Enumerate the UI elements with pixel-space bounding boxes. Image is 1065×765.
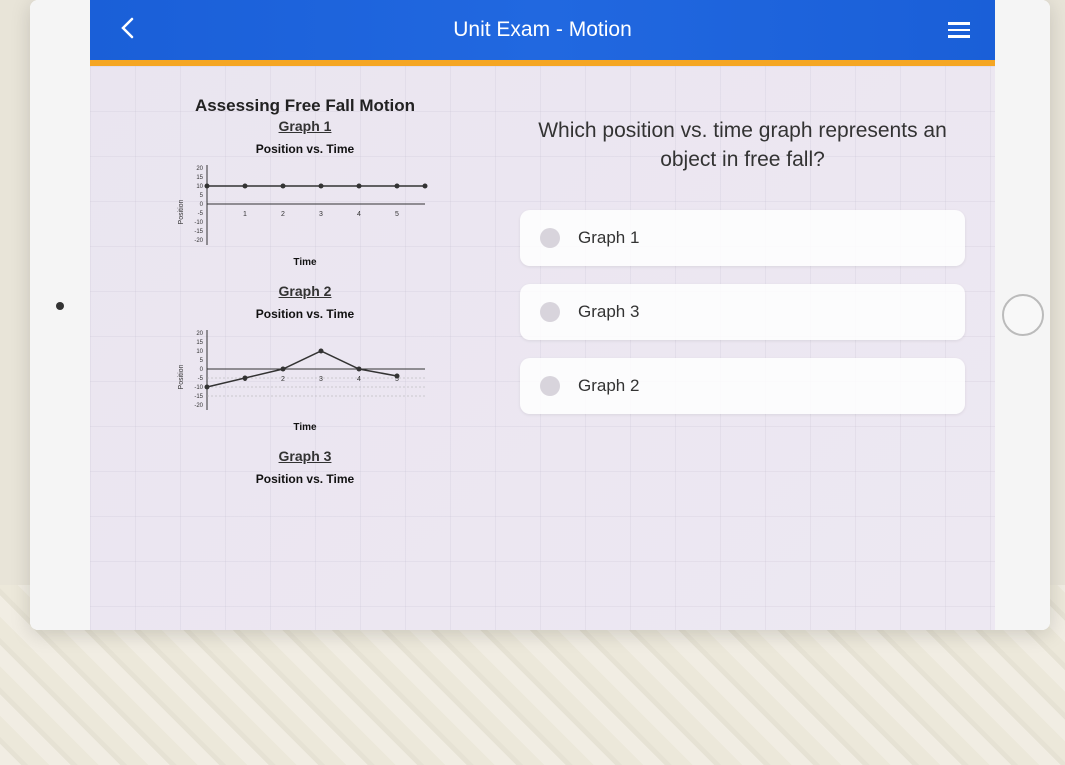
svg-text:-10: -10 [194,385,203,391]
svg-text:2: 2 [281,211,285,218]
svg-text:-10: -10 [194,220,203,226]
radio-icon [540,302,560,322]
svg-text:0: 0 [200,202,204,208]
question-panel: Which position vs. time graph represents… [520,96,965,630]
svg-text:5: 5 [395,211,399,218]
graph3-title: Position vs. Time [130,472,480,486]
graph2-svg: Position 20 15 10 5 0 -5 -10 -15 -20 [175,325,435,420]
svg-text:10: 10 [196,184,203,190]
svg-text:3: 3 [319,376,323,383]
tablet-bezel-right [995,0,1050,630]
svg-text:-5: -5 [198,376,204,382]
svg-text:-15: -15 [194,394,203,400]
svg-text:15: 15 [196,340,203,346]
home-button[interactable] [1002,294,1044,336]
graph3-label: Graph 3 [130,448,480,464]
section-title: Assessing Free Fall Motion [130,96,480,116]
svg-text:2: 2 [281,376,285,383]
radio-icon [540,228,560,248]
graph2-title: Position vs. Time [130,307,480,321]
svg-text:4: 4 [357,376,361,383]
front-camera [56,302,64,310]
graph1-title: Position vs. Time [130,142,480,156]
question-text: Which position vs. time graph represents… [520,116,965,175]
app-screen: Unit Exam - Motion Assessing Free Fall M… [90,0,995,630]
svg-text:5: 5 [200,358,204,364]
radio-icon [540,376,560,396]
svg-text:5: 5 [200,193,204,199]
tablet-frame: Unit Exam - Motion Assessing Free Fall M… [30,0,1050,630]
answer-option-2[interactable]: Graph 2 [520,358,965,414]
answer-option-0[interactable]: Graph 1 [520,210,965,266]
answer-option-1[interactable]: Graph 3 [520,284,965,340]
graph2-xlabel: Time [130,422,480,433]
answer-label-1: Graph 3 [578,302,639,322]
graph3-chart: Position vs. Time [130,472,480,486]
tablet-bezel-left [30,0,90,630]
svg-text:3: 3 [319,211,323,218]
page-title: Unit Exam - Motion [453,18,632,42]
graph1-svg: Position 20 15 10 5 0 -5 -10 -15 -20 [175,160,435,255]
chevron-left-icon [120,17,134,39]
answer-label-0: Graph 1 [578,228,639,248]
svg-text:0: 0 [200,367,204,373]
svg-text:-5: -5 [198,211,204,217]
content-area: Assessing Free Fall Motion Graph 1 Posit… [90,66,995,630]
graphs-panel: Assessing Free Fall Motion Graph 1 Posit… [120,96,480,630]
svg-text:15: 15 [196,175,203,181]
back-button[interactable] [110,9,144,51]
graph2-label: Graph 2 [130,283,480,299]
svg-text:1: 1 [243,211,247,218]
svg-text:-20: -20 [194,403,203,409]
answer-label-2: Graph 2 [578,376,639,396]
graph1-chart: Position vs. Time Position 20 15 10 5 0 … [130,142,480,268]
menu-button[interactable] [943,17,975,43]
svg-text:Position: Position [178,364,185,389]
graph1-label: Graph 1 [130,118,480,134]
svg-text:20: 20 [196,166,203,172]
svg-text:-15: -15 [194,229,203,235]
svg-text:20: 20 [196,331,203,337]
graph1-xlabel: Time [130,257,480,268]
svg-text:-20: -20 [194,238,203,244]
svg-text:4: 4 [357,211,361,218]
svg-text:Position: Position [178,199,185,224]
svg-text:10: 10 [196,349,203,355]
hamburger-icon [948,22,970,25]
app-header: Unit Exam - Motion [90,0,995,60]
graph2-chart: Position vs. Time Position 20 15 10 5 0 … [130,307,480,433]
